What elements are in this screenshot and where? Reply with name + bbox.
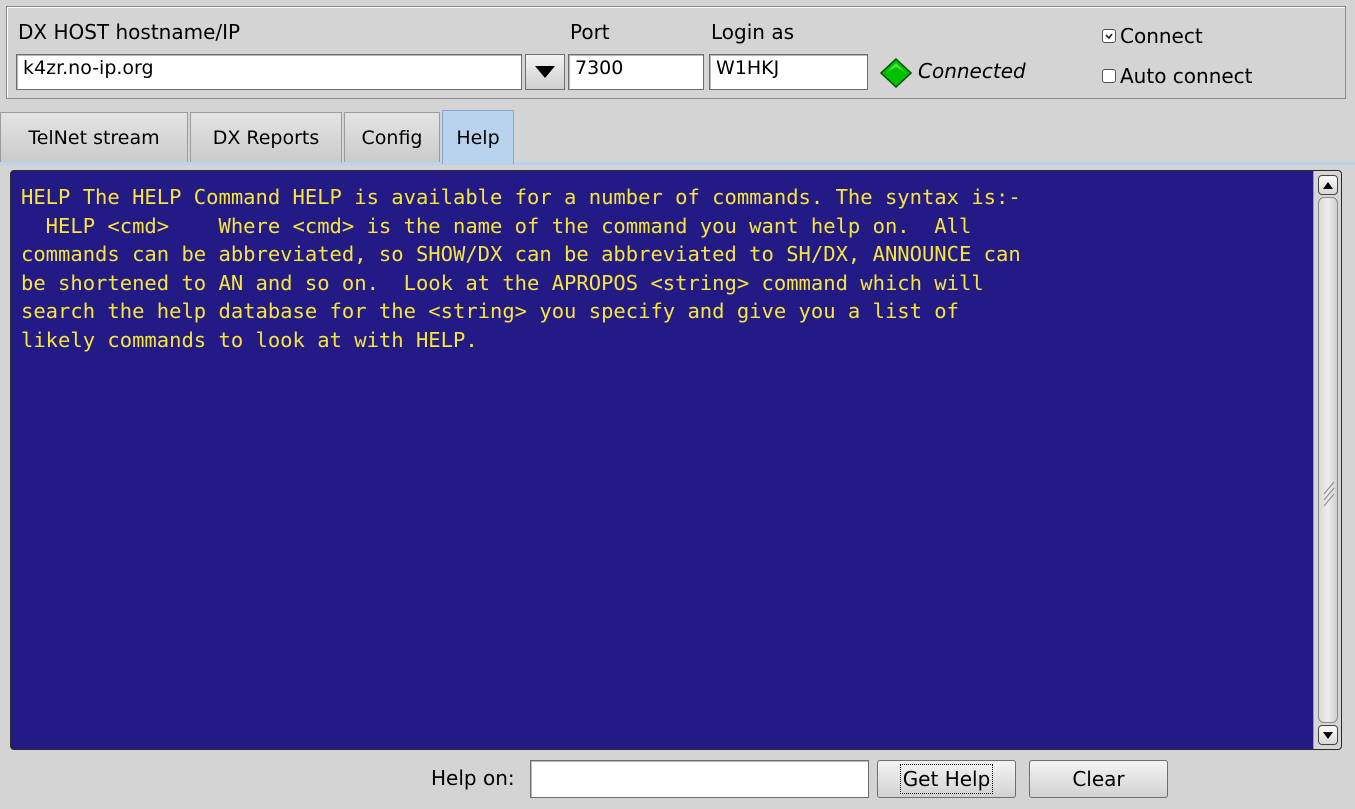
host-dropdown-button[interactable] [525,54,565,90]
connect-label: Connect [1120,24,1203,48]
clear-button[interactable]: Clear [1029,760,1168,798]
tab-strip-underline [0,162,1355,165]
scrollbar-thumb[interactable] [1318,197,1338,723]
connection-status-text: Connected [918,59,1026,83]
auto-connect-label: Auto connect [1120,64,1253,88]
connect-checkbox[interactable] [1102,29,1116,43]
connect-checkbox-row[interactable]: Connect [1102,24,1203,48]
port-label: Port [570,20,610,44]
get-help-button[interactable]: Get Help [877,760,1016,798]
chevron-up-icon [1323,181,1333,189]
auto-connect-checkbox-row[interactable]: Auto connect [1102,64,1253,88]
port-input[interactable]: 7300 [568,54,704,90]
auto-connect-checkbox[interactable] [1102,69,1116,83]
help-text: HELP The HELP Command HELP is available … [21,185,1021,352]
get-help-label: Get Help [899,764,994,794]
check-icon [1105,33,1113,40]
grip-icon [1323,481,1335,507]
clear-label: Clear [1072,767,1125,791]
vertical-scrollbar[interactable] [1313,171,1341,749]
chevron-down-icon [535,66,555,78]
chevron-down-icon [1323,731,1333,739]
host-label: DX HOST hostname/IP [18,20,241,44]
scroll-down-button[interactable] [1318,725,1338,745]
help-on-input[interactable] [530,760,869,798]
connection-status-icon [879,57,913,93]
help-on-label: Help on: [431,766,515,790]
login-input[interactable]: W1HKJ [709,54,868,90]
host-input[interactable]: k4zr.no-ip.org [16,54,522,90]
tab-config[interactable]: Config [344,112,440,162]
tab-dx-reports[interactable]: DX Reports [190,112,342,162]
tab-help[interactable]: Help [442,110,514,164]
scroll-up-button[interactable] [1318,175,1338,195]
tab-telnet-stream[interactable]: TelNet stream [0,112,188,162]
help-text-area[interactable]: HELP The HELP Command HELP is available … [10,170,1342,750]
login-label: Login as [711,20,794,44]
